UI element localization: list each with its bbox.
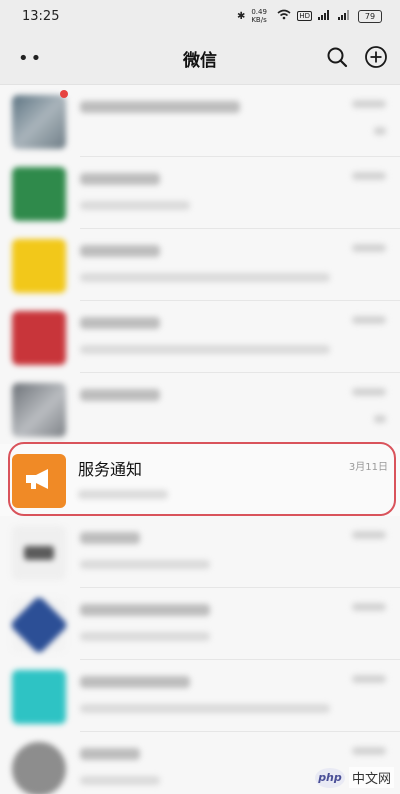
mute-icon — [374, 127, 386, 135]
chat-item[interactable] — [0, 516, 400, 588]
more-dots-icon[interactable]: •• — [18, 48, 43, 69]
chat-item[interactable] — [0, 588, 400, 660]
signal-icon-1 — [318, 9, 332, 23]
chat-name-blurred — [80, 245, 160, 257]
chat-time-blurred — [352, 388, 386, 396]
plus-circle-icon[interactable] — [364, 45, 388, 73]
chat-list: 服务通知 3月11日 — [0, 85, 400, 794]
chat-item[interactable] — [0, 229, 400, 301]
megaphone-icon — [23, 466, 55, 496]
mute-icon — [374, 415, 386, 423]
unread-dot — [60, 90, 68, 98]
chat-avatar — [12, 526, 66, 580]
service-notification-avatar — [12, 454, 66, 508]
chat-time: 3月11日 — [348, 462, 388, 473]
chat-item[interactable] — [0, 85, 400, 157]
chat-preview-blurred — [80, 201, 190, 210]
chat-time-blurred — [352, 244, 386, 252]
chat-time-blurred — [352, 747, 386, 755]
chat-name: 服务通知 — [78, 460, 143, 479]
chat-avatar — [12, 311, 66, 365]
chat-preview-blurred — [80, 776, 160, 785]
wifi-icon — [277, 9, 291, 23]
chat-name-blurred — [80, 173, 160, 185]
chat-avatar — [12, 167, 66, 221]
search-icon[interactable] — [326, 46, 348, 72]
network-speed: 0.49 KB/s — [251, 8, 267, 24]
chat-preview-blurred — [80, 273, 330, 282]
chat-name-blurred — [80, 604, 210, 616]
bluetooth-icon: ✱ — [236, 10, 246, 22]
chat-preview-blurred — [78, 490, 168, 499]
status-time: 13:25 — [22, 8, 60, 24]
chat-name-blurred — [80, 389, 160, 401]
chat-time-blurred — [352, 100, 386, 108]
chat-avatar — [12, 95, 66, 149]
watermark-logo: php — [314, 767, 345, 788]
chat-preview-blurred — [80, 345, 330, 354]
battery-icon: 79 — [358, 9, 382, 23]
chat-item-service-notification[interactable]: 服务通知 3月11日 — [0, 444, 400, 516]
chat-preview-blurred — [80, 560, 210, 569]
signal-icon-2 — [338, 9, 352, 23]
chat-name-blurred — [80, 676, 190, 688]
chat-avatar — [12, 598, 66, 652]
nav-bar: •• 微信 — [0, 32, 400, 85]
chat-time-blurred — [352, 603, 386, 611]
chat-name-blurred — [80, 748, 140, 760]
chat-name-blurred — [80, 532, 140, 544]
chat-item[interactable] — [0, 660, 400, 732]
watermark: php 中文网 — [314, 767, 394, 788]
chat-item[interactable] — [0, 301, 400, 373]
chat-name-blurred — [80, 317, 160, 329]
chat-avatar — [12, 670, 66, 724]
chat-time-blurred — [352, 172, 386, 180]
chat-time-blurred — [352, 531, 386, 539]
chat-avatar — [12, 239, 66, 293]
chat-avatar — [12, 742, 66, 794]
status-bar: 13:25 ✱ 0.49 KB/s HD 79 — [0, 0, 400, 32]
chat-time-blurred — [352, 675, 386, 683]
status-icons: ✱ 0.49 KB/s HD 79 — [237, 8, 382, 24]
chat-item[interactable] — [0, 157, 400, 229]
chat-avatar — [12, 383, 66, 437]
chat-preview-blurred — [80, 632, 210, 641]
chat-name-blurred — [80, 101, 240, 113]
chat-preview-blurred — [80, 704, 330, 713]
chat-time-blurred — [352, 316, 386, 324]
hd-icon: HD — [297, 11, 312, 21]
watermark-text: 中文网 — [348, 767, 394, 788]
page-title: 微信 — [183, 50, 217, 71]
chat-item[interactable] — [0, 373, 400, 445]
